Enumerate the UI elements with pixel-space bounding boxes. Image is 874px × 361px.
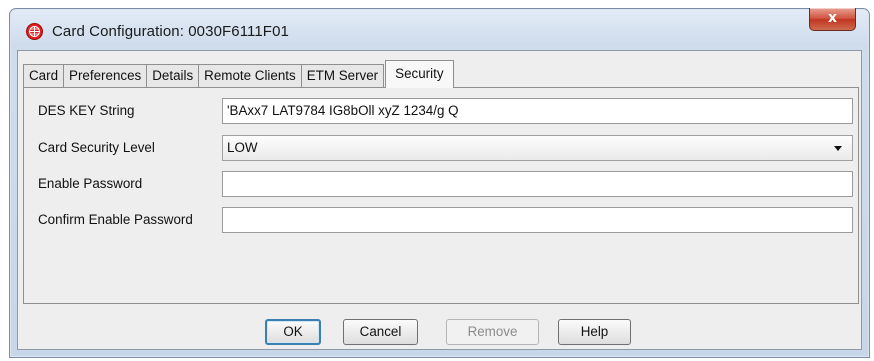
enable-password-field[interactable]: [222, 171, 853, 197]
card-security-level-value: LOW: [227, 140, 258, 155]
enable-password-label: Enable Password: [38, 176, 143, 191]
title-bar[interactable]: Card Configuration: 0030F6111F01 x: [10, 8, 869, 50]
dropdown-arrow-icon: [834, 146, 842, 151]
des-key-label: DES KEY String: [38, 103, 135, 118]
card-configuration-dialog: Card Configuration: 0030F6111F01 x Card …: [9, 8, 870, 358]
help-button[interactable]: Help: [558, 319, 631, 345]
network-globe-icon: [26, 23, 43, 40]
close-button[interactable]: x: [809, 8, 856, 31]
ok-button[interactable]: OK: [265, 319, 321, 345]
dialog-body: Card Preferences Details Remote Clients …: [17, 50, 862, 350]
tab-details[interactable]: Details: [146, 64, 200, 87]
window-title: Card Configuration: 0030F6111F01: [52, 23, 289, 40]
tab-preferences[interactable]: Preferences: [63, 64, 148, 87]
cancel-button[interactable]: Cancel: [343, 319, 418, 345]
card-security-level-select[interactable]: LOW: [222, 135, 853, 161]
tab-strip: Card Preferences Details Remote Clients …: [23, 60, 454, 88]
card-security-level-label: Card Security Level: [38, 140, 155, 155]
remove-button[interactable]: Remove: [446, 319, 539, 345]
tab-remote-clients[interactable]: Remote Clients: [198, 64, 302, 87]
security-panel: DES KEY String 'BAxx7 LAT9784 IG8bOll xy…: [23, 87, 859, 304]
confirm-enable-password-label: Confirm Enable Password: [38, 212, 193, 227]
close-icon: x: [827, 10, 838, 26]
tab-security[interactable]: Security: [385, 60, 454, 88]
tab-card[interactable]: Card: [23, 64, 65, 87]
tab-etm-server[interactable]: ETM Server: [300, 64, 385, 87]
confirm-enable-password-field[interactable]: [222, 207, 853, 233]
des-key-input[interactable]: 'BAxx7 LAT9784 IG8bOll xyZ 1234/g Q: [222, 98, 853, 124]
